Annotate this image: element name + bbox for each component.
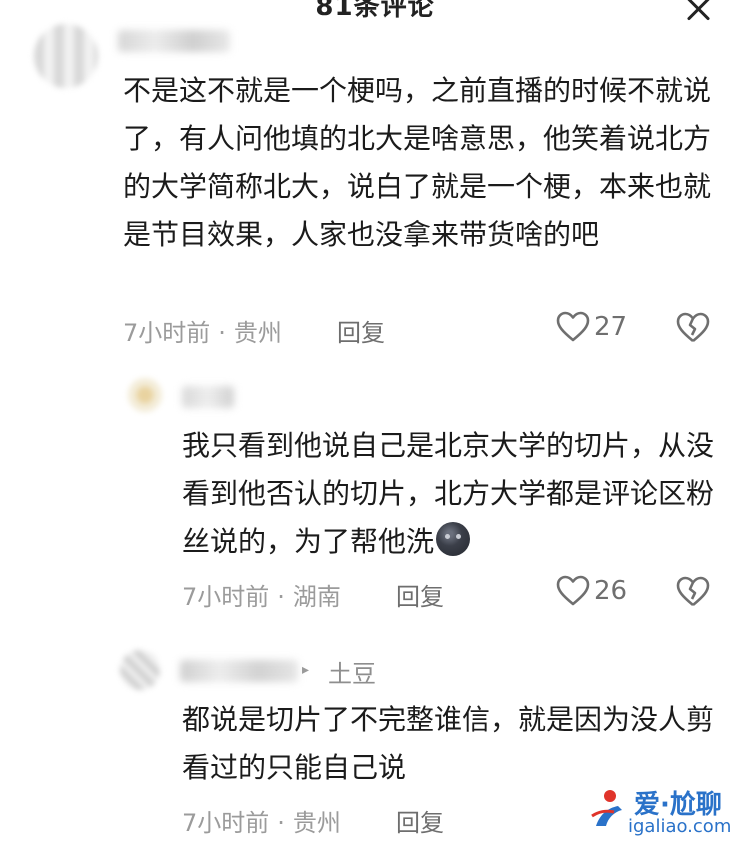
comment-text: 我只看到他说自己是北京大学的切片，从没看到他否认的切片，北方大学都是评论区粉丝说… <box>182 422 727 566</box>
reply-button[interactable]: 回复 <box>396 803 444 838</box>
avatar[interactable] <box>120 650 160 690</box>
avatar[interactable] <box>34 24 98 88</box>
comment-location: 贵州 <box>292 809 341 837</box>
reply-arrow-icon: ▸ <box>302 662 310 678</box>
comment-meta: 7小时前 · 贵州 <box>123 313 282 348</box>
reply-button[interactable]: 回复 <box>396 577 444 612</box>
like-count: 26 <box>594 576 628 606</box>
watermark: 爱·尬聊 igaliao.com <box>588 784 748 844</box>
username-blurred[interactable] <box>118 30 230 52</box>
broken-heart-icon[interactable] <box>676 576 710 608</box>
comment-location: 贵州 <box>233 319 282 347</box>
emoji-icon <box>436 522 471 556</box>
comments-header-title: 81条评论 <box>315 0 435 22</box>
close-icon[interactable] <box>680 0 716 30</box>
like-button[interactable]: 26 <box>556 575 627 607</box>
meta-separator: · <box>277 809 285 837</box>
username-blurred[interactable] <box>180 660 298 682</box>
username-blurred[interactable] <box>182 386 234 408</box>
comment-time: 7小时前 <box>123 319 211 347</box>
comment-text: 不是这不就是一个梗吗，之前直播的时候不就说了，有人问他填的北大是啥意思，他笑着说… <box>123 74 712 251</box>
meta-separator: · <box>277 583 285 611</box>
comment-time: 7小时前 <box>182 583 270 611</box>
heart-icon <box>556 311 590 342</box>
avatar[interactable] <box>128 378 162 412</box>
like-count: 27 <box>594 312 628 342</box>
comment-meta: 7小时前 · 湖南 <box>182 577 341 612</box>
reply-target-username[interactable]: 土豆 <box>328 654 376 689</box>
comment-text: 都说是切片了不完整谁信，就是因为没人剪看过的只能自己说 <box>182 703 715 784</box>
watermark-logo-icon <box>591 790 622 826</box>
broken-heart-icon[interactable] <box>676 312 710 344</box>
meta-separator: · <box>218 319 226 347</box>
reply-button[interactable]: 回复 <box>337 313 385 348</box>
comment-location: 湖南 <box>292 583 341 611</box>
comment-time: 7小时前 <box>182 809 270 837</box>
watermark-url: igaliao.com <box>628 816 732 837</box>
like-button[interactable]: 27 <box>556 311 627 343</box>
comment-meta: 7小时前 · 贵州 <box>182 803 341 838</box>
heart-icon <box>556 575 590 606</box>
